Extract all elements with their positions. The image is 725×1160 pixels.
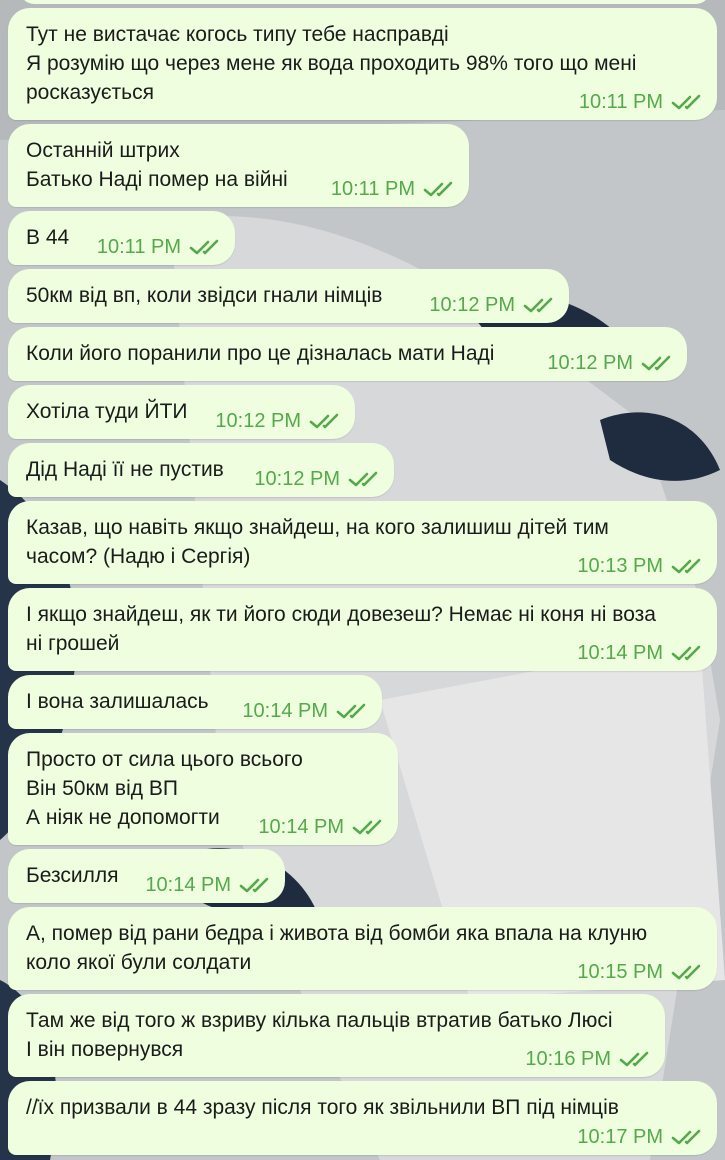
double-check-icon	[352, 819, 382, 835]
double-check-icon	[309, 413, 339, 429]
message-text: Останній штрих	[26, 139, 180, 162]
message-bubble[interactable]: Там же від того ж взриву кілька пальців …	[8, 994, 665, 1077]
message-bubble[interactable]: Безсилля 10:14 PM	[8, 849, 285, 903]
message-bubble[interactable]: В 44 10:11 PM	[8, 211, 235, 265]
message-time: 10:14 PM	[577, 642, 663, 664]
message-bubble[interactable]: Хотіла туди ЙТИ 10:12 PM	[8, 385, 355, 439]
message-time: 10:16 PM	[525, 1048, 611, 1070]
message-meta: 10:15 PM	[577, 961, 705, 983]
double-check-icon	[239, 877, 269, 893]
message-meta: 10:14 PM	[577, 642, 705, 664]
message-meta: 10:17 PM	[577, 1126, 705, 1148]
message-meta: 10:12 PM	[429, 294, 557, 316]
message-bubble[interactable]: 50км від вп, коли звідси гнали німців 10…	[8, 269, 569, 323]
message-meta: 10:12 PM	[547, 352, 675, 374]
message-time: 10:14 PM	[258, 816, 344, 838]
message-bubble[interactable]: Тут не вистачає когось типу тебе насправ…	[8, 8, 717, 120]
message-time: 10:14 PM	[145, 874, 231, 896]
double-check-icon	[671, 645, 701, 661]
message-bubble[interactable]: А, помер від рани бедра і живота від бом…	[8, 907, 717, 990]
double-check-icon	[619, 1051, 649, 1067]
message-bubble[interactable]: І вона залишалась 10:14 PM	[8, 675, 382, 729]
message-time: 10:15 PM	[577, 961, 663, 983]
message-bubble[interactable]: Просто от сила цього всього Він 50км від…	[8, 733, 398, 845]
message-text: Просто от сила цього всього	[26, 748, 303, 771]
message-meta: 10:11 PM	[331, 178, 457, 200]
double-check-icon	[336, 703, 366, 719]
double-check-icon	[423, 181, 453, 197]
message-bubble[interactable]: Казав, що навіть якщо знайдеш, на кого з…	[8, 501, 717, 584]
message-text: //їх призвали в 44 зразу після того як з…	[26, 1096, 619, 1119]
message-bubble[interactable]: Дід Наді її не пустив 10:12 PM	[8, 443, 394, 497]
message-time: 10:11 PM	[96, 236, 181, 258]
message-meta: 10:14 PM	[258, 816, 386, 838]
message-bubble[interactable]: Останній штрих Батько Наді помер на війн…	[8, 124, 469, 207]
message-time: 10:12 PM	[429, 294, 515, 316]
message-text: Там же від того ж взриву кілька пальців …	[26, 1009, 613, 1032]
double-check-icon	[523, 297, 553, 313]
message-bubble[interactable]: //їх призвали в 44 зразу після того як з…	[8, 1081, 717, 1155]
double-check-icon	[348, 471, 378, 487]
message-text: І якщо знайдеш, як ти його сюди довезеш?…	[26, 603, 656, 626]
double-check-icon	[641, 355, 671, 371]
message-time: 10:14 PM	[242, 700, 328, 722]
message-time: 10:12 PM	[215, 410, 301, 432]
message-meta: 10:13 PM	[577, 555, 705, 577]
double-check-icon	[671, 964, 701, 980]
message-bubble[interactable]: Коли його поранили про це дізналась мати…	[8, 327, 687, 381]
double-check-icon	[189, 239, 219, 255]
message-meta: 10:14 PM	[242, 700, 370, 722]
message-text: Я розумію що через мене як вода проходит…	[26, 52, 637, 75]
message-time: 10:12 PM	[547, 352, 633, 374]
message-meta: 10:11 PM	[579, 91, 705, 113]
message-meta: 10:12 PM	[215, 410, 343, 432]
previous-message-edge	[20, 0, 710, 4]
double-check-icon	[671, 558, 701, 574]
message-time: 10:12 PM	[254, 468, 340, 490]
message-list[interactable]: Тут не вистачає когось типу тебе насправ…	[0, 0, 725, 1160]
message-text: Він 50км від ВП	[26, 777, 178, 800]
message-time: 10:11 PM	[578, 91, 663, 113]
message-meta: 10:14 PM	[145, 874, 273, 896]
message-bubble[interactable]: І якщо знайдеш, як ти його сюди довезеш?…	[8, 588, 717, 671]
double-check-icon	[671, 94, 701, 110]
message-meta: 10:16 PM	[525, 1048, 653, 1070]
message-meta: 10:11 PM	[97, 236, 223, 258]
message-meta: 10:12 PM	[254, 468, 382, 490]
message-time: 10:17 PM	[577, 1126, 663, 1148]
message-text: Тут не вистачає когось типу тебе насправ…	[26, 23, 449, 46]
message-text: Казав, що навіть якщо знайдеш, на кого з…	[26, 516, 609, 539]
message-time: 10:13 PM	[577, 555, 663, 577]
message-text: А, помер від рани бедра і живота від бом…	[26, 922, 648, 945]
message-time: 10:11 PM	[330, 178, 415, 200]
double-check-icon	[671, 1129, 701, 1145]
